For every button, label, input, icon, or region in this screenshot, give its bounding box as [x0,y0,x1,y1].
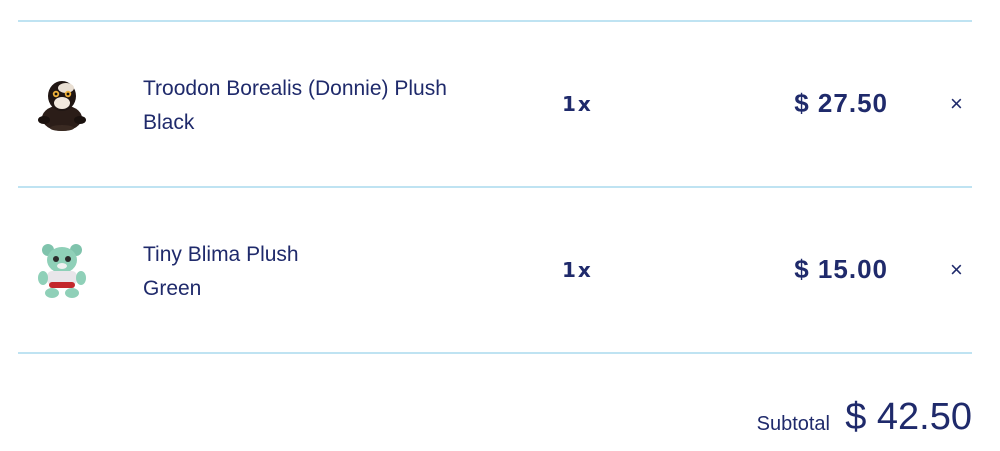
subtotal-value: $ 42.50 [845,396,972,438]
cart-item-name[interactable]: Troodon Borealis (Donnie) Plush [143,72,447,106]
cart-item-variant: Black [143,111,195,134]
cart-item-price: $ 27.50 [794,88,888,118]
cart-item-variant: Green [143,277,202,300]
cart-item-row: Troodon Borealis (Donnie) Plush Black 1x… [0,22,1000,186]
cart-divider [18,352,972,354]
cart-item-name[interactable]: Tiny Blima Plush [143,238,299,272]
cart-item-quantity: 1x [562,258,593,282]
cart-item-row: Tiny Blima Plush Green 1x $ 15.00 × [0,188,1000,352]
troodon-plush-icon [38,81,86,131]
close-icon[interactable]: × [950,93,963,115]
close-icon[interactable]: × [950,259,963,281]
cart-item-quantity: 1x [562,92,593,116]
cart-item-price: $ 15.00 [794,254,888,284]
blima-plush-icon [38,244,86,298]
troodon-plush-image[interactable] [30,72,94,136]
blima-plush-image[interactable] [30,238,94,302]
subtotal-label: Subtotal [756,413,830,435]
